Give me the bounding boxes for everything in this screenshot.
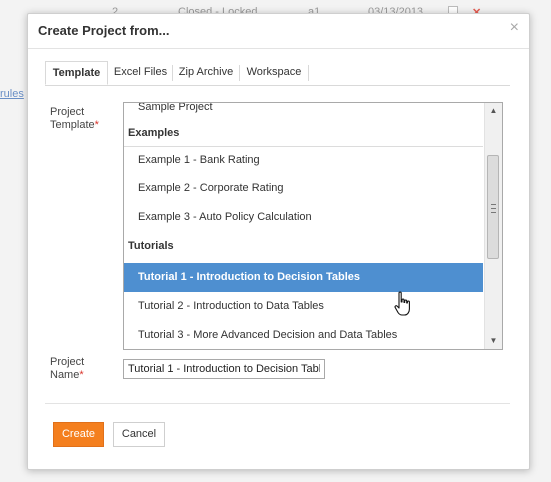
listbox-scrollbar[interactable]: ▲ ▼: [484, 103, 502, 349]
background-link: rules: [0, 88, 24, 100]
list-item[interactable]: Example 3 - Auto Policy Calculation: [124, 204, 483, 230]
tab-divider: [308, 65, 309, 81]
project-template-label: Project Template*: [50, 106, 99, 132]
required-mark: *: [94, 119, 99, 131]
label-line: Project: [50, 106, 85, 118]
list-item-selected[interactable]: Tutorial 1 - Introduction to Decision Ta…: [124, 263, 483, 292]
list-item[interactable]: Example 2 - Corporate Rating: [124, 175, 483, 201]
scrollbar-thumb[interactable]: [487, 155, 499, 259]
label-line: Name: [50, 369, 80, 381]
tab-template[interactable]: Template: [45, 61, 108, 85]
list-item[interactable]: Tutorial 2 - Introduction to Data Tables: [124, 293, 483, 319]
tab-excel-files[interactable]: Excel Files: [109, 61, 172, 85]
project-template-listbox[interactable]: Sample Project Examples Example 1 - Bank…: [123, 102, 503, 350]
footer-divider: [45, 403, 510, 404]
tab-workspace[interactable]: Workspace: [240, 61, 308, 85]
tab-zip-archive[interactable]: Zip Archive: [173, 61, 239, 85]
create-project-dialog: Create Project from... × Template Excel …: [27, 13, 530, 470]
cancel-button[interactable]: Cancel: [113, 422, 165, 447]
label-line: Template: [50, 119, 95, 131]
grip-icon: [491, 204, 496, 213]
list-group-header: Examples: [128, 127, 180, 139]
source-tabs: Template Excel Files Zip Archive Workspa…: [45, 61, 510, 86]
project-name-input[interactable]: [123, 359, 325, 379]
list-item[interactable]: Tutorial 3 - More Advanced Decision and …: [124, 322, 483, 348]
scroll-down-icon[interactable]: ▼: [485, 333, 502, 349]
create-button[interactable]: Create: [53, 422, 104, 447]
project-name-label: Project Name*: [50, 356, 84, 382]
close-icon[interactable]: ×: [510, 19, 519, 37]
list-item[interactable]: Sample Project: [124, 103, 483, 120]
title-divider: [28, 48, 529, 49]
required-mark: *: [79, 369, 84, 381]
list-item[interactable]: Example 1 - Bank Rating: [124, 146, 483, 172]
scroll-up-icon[interactable]: ▲: [485, 103, 502, 119]
dialog-title: Create Project from...: [38, 23, 170, 38]
list-group-header: Tutorials: [128, 240, 174, 252]
label-line: Project: [50, 356, 85, 368]
hand-pointer-icon: [394, 291, 410, 316]
